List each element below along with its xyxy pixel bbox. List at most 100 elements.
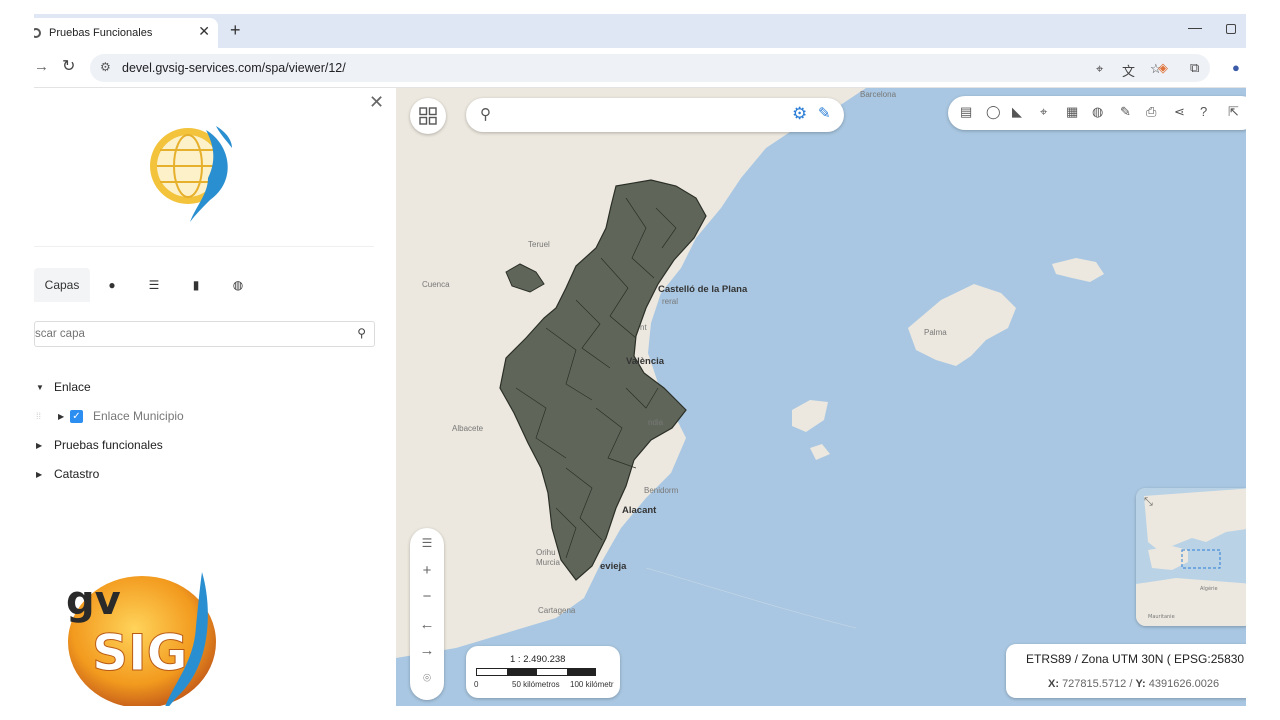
collapse-overview-icon[interactable]: ⤡ [1144,496,1153,509]
tab-bookmarks[interactable]: ▮ [178,268,214,302]
extension-icon[interactable]: ◈ [1158,60,1168,76]
tab-list[interactable]: ☰ [136,268,172,302]
geolocate-icon[interactable]: ⌾ [410,670,444,686]
layer-search-input[interactable] [35,325,335,343]
formentera [810,444,830,460]
menorca [1052,258,1104,282]
map-label: Teruel [528,240,550,249]
tree-group-enlace[interactable]: ▼ Enlace [34,376,91,398]
tree-item-label: Enlace Municipio [93,409,184,423]
reload-icon[interactable]: ↻ [62,56,75,76]
zoom-in-button[interactable]: + [410,562,444,579]
new-tab-button[interactable]: + [230,20,241,41]
caret-right-icon[interactable]: ▶ [58,412,70,421]
back-arrow-icon[interactable]: ← [410,616,444,633]
search-icon[interactable]: ⚲ [480,105,491,123]
calculator-icon[interactable]: ▦ [1066,104,1078,120]
panel-tabs: Capas ● ☰ ▮ ◍ [34,268,374,302]
map-label: Castelló de la Plana [658,284,748,295]
gvsig-logo: gv SIG [66,572,216,706]
overview-label: Mauritanie [1148,614,1175,620]
map-search-bar[interactable]: ⚲ ⚙ ✎ [466,98,844,132]
map-label: nt [640,323,647,332]
browser-window: Pruebas Funcionales ✕ + — → ↻ ⚙ devel.gv… [34,14,1246,706]
zoom-controls: ☰ + − ← → ⌾ [410,528,444,700]
mallorca [908,284,1016,366]
scale-label-0: 0 [474,680,479,689]
drag-handle-icon[interactable]: ⁞⁞ [36,411,58,421]
pencil-icon[interactable]: ✎ [1120,104,1131,120]
map-label: Murcia [536,558,561,567]
minimize-icon[interactable]: — [1188,19,1202,35]
layer-search: ⚲ [34,321,375,347]
layer-checkbox[interactable]: ✓ [70,409,83,423]
tab-title: Pruebas Funcionales [49,27,153,39]
tab-capas-label: Capas [44,278,80,292]
layers-panel: ✕ Capas ● ☰ ▮ ◍ scar capa ⚲ ▼ Enlace ⁞⁞ … [34,88,396,706]
url-field[interactable]: ⚙ devel.gvsig-services.com/spa/viewer/12… [90,54,1210,82]
y-label: Y: [1135,678,1146,690]
tree-group-label: Pruebas funcionales [54,438,163,452]
tab-tags[interactable]: ● [94,268,130,302]
address-bar: → ↻ ⚙ devel.gvsig-services.com/spa/viewe… [34,48,1246,88]
grid-icon [419,107,437,125]
tree-group-catastro[interactable]: ▶ Catastro [34,463,99,485]
tree-group-pruebas[interactable]: ▶ Pruebas funcionales [34,434,163,456]
location-marker-icon[interactable]: ⌖ [1040,104,1047,120]
site-settings-icon[interactable]: ⚙ [100,60,111,74]
crs-label: ETRS89 / Zona UTM 30N ( EPSG:25830 [1026,652,1245,666]
help-icon[interactable]: ? [1200,104,1207,119]
globe-icon[interactable]: ◍ [1092,104,1103,120]
tab-globe[interactable]: ◍ [220,268,256,302]
caret-down-icon[interactable]: ▼ [36,383,48,392]
globe-icon: ◍ [232,278,244,292]
layers-toggle-icon[interactable]: ☰ [410,536,444,550]
tab-close-icon[interactable]: ✕ [198,23,210,40]
forward-icon[interactable]: → [34,58,49,75]
overview-label: Algérie [1200,585,1218,592]
tab-capas[interactable]: Capas [34,268,90,302]
document-icon[interactable]: ▤ [960,104,972,120]
restore-icon[interactable] [1226,24,1236,34]
map-label: Palma [924,328,947,337]
map-label: evieja [600,561,627,572]
close-panel-icon[interactable]: ✕ [369,92,384,113]
list-icon: ☰ [148,278,160,292]
browser-tab[interactable]: Pruebas Funcionales ✕ [34,18,218,48]
puzzle-icon[interactable]: ⧉ [1190,60,1199,76]
caret-right-icon[interactable]: ▶ [36,441,48,450]
tag-icon: ● [108,278,116,292]
scale-label-50: 50 kilómetros [512,680,560,689]
location-icon[interactable]: ⌖ [1096,61,1103,77]
x-label: X: [1048,678,1059,690]
map-label: ndia [648,418,664,427]
forward-arrow-icon[interactable]: → [410,642,444,659]
ibiza [792,400,828,432]
apps-grid-button[interactable] [410,98,446,134]
map-viewer[interactable]: Barcelona Teruel Cuenca Castelló de la P… [396,88,1246,706]
share-icon[interactable]: ⋖ [1174,104,1185,120]
translate-icon[interactable]: 文 [1122,61,1135,80]
external-link-icon[interactable]: ⇱ [1228,104,1239,120]
map-toolbar: ▤ ◯ ◣ ⌖ ▦ ◍ ✎ ⎙ ⋖ ? ⇱ [948,96,1246,130]
search-icon[interactable]: ⚲ [357,326,366,340]
map-label: Benidorm [644,486,679,495]
crs-panel[interactable]: ETRS89 / Zona UTM 30N ( EPSG:25830 X: 72… [1006,644,1246,698]
profile-icon[interactable]: ● [1232,60,1240,75]
settings-gear-icon[interactable]: ⚙ [792,104,807,124]
overview-map[interactable]: ⤡ Algérie Mauritanie [1136,488,1246,626]
caret-right-icon[interactable]: ▶ [36,470,48,479]
divider [34,246,374,247]
tree-item-enlace-municipio[interactable]: ⁞⁞ ▶ ✓ Enlace Municipio [34,405,184,427]
coordinate-readout: X: 727815.5712 / Y: 4391626.0026 [1048,678,1219,690]
zoom-out-button[interactable]: − [410,588,444,605]
scale-bar-box: 1 : 2.490.238 0 50 kilómetros 100 kilóme… [466,646,620,698]
comment-icon[interactable]: ◯ [986,104,1001,120]
print-icon[interactable]: ⎙ [1146,104,1156,120]
url-text: devel.gvsig-services.com/spa/viewer/12/ [122,61,346,75]
logo-sig-text: SIG [92,624,188,682]
map-label: Barcelona [860,90,897,99]
measure-icon[interactable]: ◣ [1012,104,1022,120]
pin-icon[interactable]: ✎ [818,104,831,122]
bookmark-icon: ▮ [192,278,200,292]
